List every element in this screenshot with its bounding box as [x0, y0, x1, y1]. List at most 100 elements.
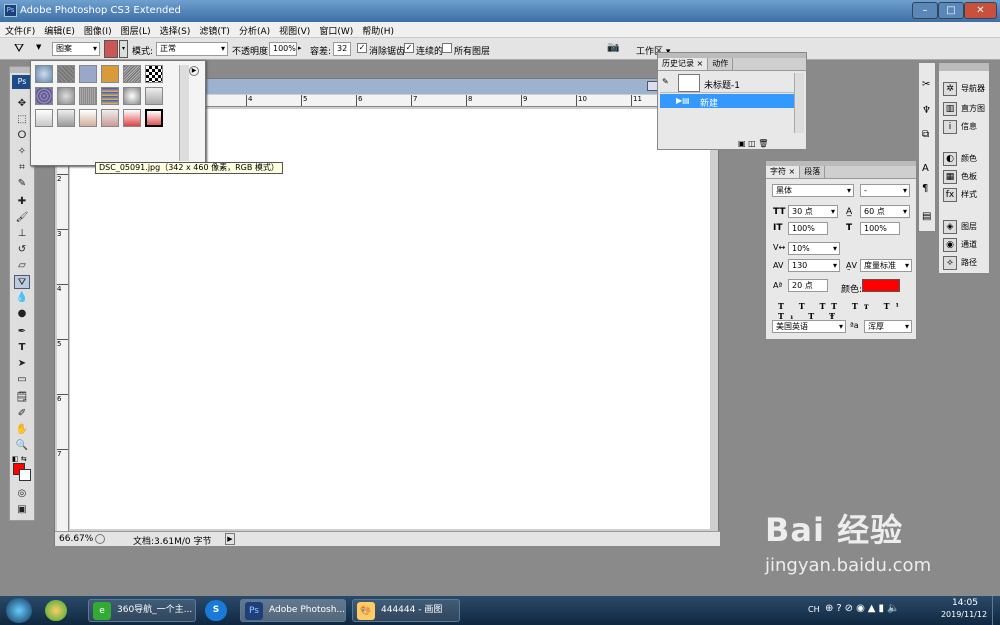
tolerance-input[interactable]: 32: [333, 42, 351, 56]
character-icon[interactable]: A: [922, 163, 929, 174]
history-footer-icons[interactable]: ▣ ◫ 🗑: [738, 139, 768, 148]
pattern-swatch-item[interactable]: [123, 65, 141, 83]
clock-time[interactable]: 14:05: [944, 598, 986, 608]
close-button[interactable]: ✕: [964, 2, 997, 19]
text-color-swatch[interactable]: [862, 279, 900, 292]
menu-image[interactable]: 图像(I): [79, 22, 116, 37]
show-desktop-button[interactable]: [992, 596, 1000, 625]
fill-source-select[interactable]: 图案 ▾: [52, 42, 100, 56]
paint-bucket-icon[interactable]: ⛛: [14, 41, 34, 57]
pattern-swatch-item[interactable]: [35, 65, 53, 83]
minimize-button[interactable]: –: [912, 2, 938, 19]
menu-view[interactable]: 视图(V): [274, 22, 314, 37]
path-selection-icon[interactable]: ➤: [14, 357, 30, 371]
layer-comps-icon[interactable]: ▤: [922, 211, 931, 222]
clone-stamp-icon[interactable]: ⊥: [14, 227, 30, 241]
dock-info[interactable]: i 信息: [943, 119, 977, 135]
pattern-swatch-item[interactable]: [57, 87, 75, 105]
vertical-scale-input[interactable]: 100%: [788, 222, 828, 235]
task-paint[interactable]: 🎨 444444 - 画图: [352, 599, 460, 622]
pattern-swatch-item[interactable]: [57, 65, 75, 83]
opacity-arrow-icon[interactable]: ▸: [298, 44, 302, 52]
status-info-icon[interactable]: [95, 534, 105, 544]
dock-swatches[interactable]: ▦ 色板: [943, 169, 977, 185]
antialias-checkbox[interactable]: ✓: [357, 43, 367, 53]
pattern-swatch-item[interactable]: [57, 109, 75, 127]
eyedropper-icon[interactable]: ✐: [14, 407, 30, 421]
magic-wand-icon[interactable]: ✧: [14, 145, 30, 159]
menu-filter[interactable]: 滤镜(T): [194, 22, 234, 37]
kerning-input[interactable]: 10% ▾: [788, 242, 840, 255]
type-tool-icon[interactable]: T: [14, 341, 30, 355]
brushes-icon[interactable]: ♆: [922, 105, 931, 116]
pattern-swatch-item[interactable]: [101, 87, 119, 105]
menu-help[interactable]: 帮助(H): [357, 22, 398, 37]
pattern-scrollbar[interactable]: [179, 65, 189, 161]
dock-color[interactable]: ◐ 颜色: [943, 151, 977, 167]
maximize-button[interactable]: □: [938, 2, 964, 19]
tab-character[interactable]: 字符 ×: [766, 166, 801, 178]
task-photoshop[interactable]: Ps Adobe Photosh...: [240, 599, 346, 622]
tray-icons[interactable]: ⊕?⊘◉▲▮🔈: [825, 603, 902, 614]
slice-tool-icon[interactable]: ✎: [14, 177, 30, 191]
photoshop-logo-icon[interactable]: Ps: [12, 75, 32, 89]
menu-select[interactable]: 选择(S): [155, 22, 195, 37]
screen-mode-icon[interactable]: ▣: [14, 503, 30, 517]
status-menu-arrow-icon[interactable]: ▶: [225, 533, 235, 545]
tracking-input[interactable]: 130 ▾: [788, 259, 840, 272]
dock-paths[interactable]: ⟡ 路径: [943, 255, 977, 271]
dock-layers[interactable]: ◈ 图层: [943, 219, 977, 235]
mode-select[interactable]: 正常 ▾: [156, 42, 228, 56]
ime-indicator[interactable]: CH: [808, 605, 820, 614]
history-step-row[interactable]: ▶▤ 新建: [660, 94, 794, 109]
healing-brush-icon[interactable]: ✚: [14, 195, 30, 209]
blur-tool-icon[interactable]: 💧: [14, 291, 30, 305]
opacity-input[interactable]: 100%: [269, 42, 297, 56]
pattern-swatch-item[interactable]: [35, 109, 53, 127]
menu-analysis[interactable]: 分析(A): [234, 22, 274, 37]
language-select[interactable]: 美国英语 ▾: [772, 320, 846, 333]
bridge-icon[interactable]: 📷: [607, 42, 625, 55]
leading-input[interactable]: 60 点 ▾: [860, 205, 910, 218]
paragraph-icon[interactable]: ¶: [922, 183, 928, 194]
pattern-dropdown-icon[interactable]: ▾: [119, 40, 128, 58]
zoom-level[interactable]: 66.67%: [59, 534, 93, 544]
crop-tool-icon[interactable]: ⌗: [14, 161, 30, 175]
kerning-mode-select[interactable]: 度量标准 ▾: [860, 259, 912, 272]
marquee-tool-icon[interactable]: ⬚: [14, 113, 30, 127]
horizontal-scale-input[interactable]: 100%: [860, 222, 900, 235]
pattern-swatch-item[interactable]: [101, 65, 119, 83]
menu-window[interactable]: 窗口(W): [314, 22, 357, 37]
pattern-swatch-item[interactable]: [123, 87, 141, 105]
dock-histogram[interactable]: ▥ 直方图: [943, 101, 985, 117]
text-style-buttons[interactable]: T T TT Tт T¹ T₁ T Ŧ: [778, 301, 916, 321]
contiguous-checkbox[interactable]: ✓: [404, 43, 414, 53]
pattern-swatch[interactable]: [104, 40, 118, 58]
lasso-tool-icon[interactable]: ⵔ: [14, 129, 30, 143]
menu-file[interactable]: 文件(F): [0, 22, 39, 37]
clock-date[interactable]: 2019/11/12: [936, 610, 992, 619]
brush-tool-icon[interactable]: 🖌: [14, 211, 30, 225]
hand-tool-icon[interactable]: ✋: [14, 423, 30, 437]
pattern-menu-icon[interactable]: ▶: [189, 66, 199, 76]
pen-tool-icon[interactable]: ✒: [14, 325, 30, 339]
tab-history[interactable]: 历史记录 ×: [658, 58, 709, 70]
tool-preset-arrow-icon[interactable]: ▼: [36, 43, 41, 51]
dock-grip[interactable]: [939, 63, 989, 71]
move-tool-icon[interactable]: ✥: [14, 97, 30, 111]
history-snapshot-row[interactable]: ✎ 未标题-1: [660, 73, 794, 93]
font-size-input[interactable]: 30 点 ▾: [788, 205, 838, 218]
tool-preset-icon[interactable]: ✂: [922, 79, 930, 90]
pattern-swatch-item[interactable]: [101, 109, 119, 127]
history-brush-icon[interactable]: ↺: [14, 243, 30, 257]
pattern-swatch-item[interactable]: [123, 109, 141, 127]
eraser-tool-icon[interactable]: ▱: [14, 259, 30, 273]
menu-layer[interactable]: 图层(L): [116, 22, 155, 37]
default-colors-icon[interactable]: ◧ ⇆: [12, 455, 27, 463]
pattern-swatch-item[interactable]: [145, 87, 163, 105]
pattern-swatch-item[interactable]: [35, 87, 53, 105]
pattern-swatch-item[interactable]: [145, 65, 163, 83]
font-family-select[interactable]: 黑体 ▾: [772, 184, 854, 197]
antialias-select[interactable]: 浑厚 ▾: [864, 320, 912, 333]
quick-mask-icon[interactable]: ◎: [14, 487, 30, 501]
